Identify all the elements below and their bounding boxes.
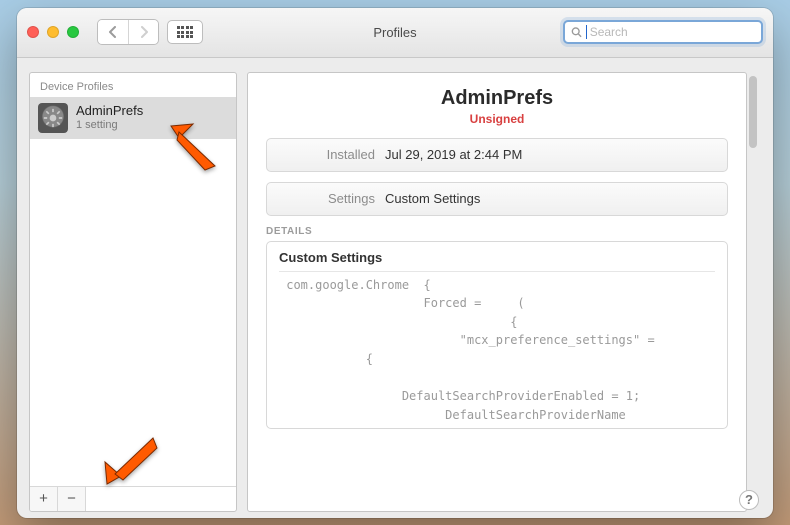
main-scrollbar[interactable] <box>747 74 759 510</box>
add-profile-button[interactable]: + <box>30 487 58 511</box>
titlebar: Profiles <box>17 8 773 58</box>
main-panel: AdminPrefs Unsigned Installed Jul 29, 20… <box>247 72 761 512</box>
details-section-label: DETAILS <box>266 226 728 237</box>
chevron-left-icon <box>108 26 118 38</box>
installed-value: Jul 29, 2019 at 2:44 PM <box>385 147 522 162</box>
profile-item-adminprefs[interactable]: AdminPrefs 1 setting <box>30 97 236 139</box>
sidebar-spacer <box>30 139 236 486</box>
sidebar-footer: + − <box>30 486 236 511</box>
forward-button[interactable] <box>128 20 158 44</box>
gear-icon <box>38 103 68 133</box>
profile-item-subtitle: 1 setting <box>76 119 143 131</box>
sidebar-section-header: Device Profiles <box>30 73 236 97</box>
search-icon <box>571 26 582 38</box>
text-caret <box>586 25 587 39</box>
settings-label: Settings <box>267 191 385 206</box>
zoom-window-button[interactable] <box>67 26 79 38</box>
installed-label: Installed <box>267 147 385 162</box>
window-body: Device Profiles AdminPrefs 1 setting + − <box>17 58 773 518</box>
window-controls <box>27 26 79 38</box>
details-box: Custom Settings com.google.Chrome { Forc… <box>266 241 728 430</box>
profiles-window: Profiles Device Profiles AdminPrefs 1 se… <box>17 8 773 518</box>
chevron-right-icon <box>139 26 149 38</box>
grid-icon <box>177 26 194 38</box>
details-title: Custom Settings <box>279 250 715 272</box>
settings-value: Custom Settings <box>385 191 480 206</box>
search-field[interactable] <box>563 20 763 44</box>
profile-detail: AdminPrefs Unsigned Installed Jul 29, 20… <box>247 72 747 512</box>
back-button[interactable] <box>98 20 128 44</box>
remove-profile-button[interactable]: − <box>58 487 86 511</box>
search-input[interactable] <box>590 25 755 39</box>
profile-status: Unsigned <box>266 112 728 126</box>
installed-row: Installed Jul 29, 2019 at 2:44 PM <box>266 138 728 172</box>
profile-item-name: AdminPrefs <box>76 104 143 118</box>
scrollbar-thumb[interactable] <box>749 76 757 148</box>
settings-row: Settings Custom Settings <box>266 182 728 216</box>
close-window-button[interactable] <box>27 26 39 38</box>
minimize-window-button[interactable] <box>47 26 59 38</box>
profile-item-texts: AdminPrefs 1 setting <box>76 104 143 130</box>
sidebar: Device Profiles AdminPrefs 1 setting + − <box>29 72 237 512</box>
details-code: com.google.Chrome { Forced = ( { "mcx_pr… <box>279 276 715 425</box>
profiles-list: Device Profiles AdminPrefs 1 setting + − <box>29 72 237 512</box>
profile-title: AdminPrefs <box>266 87 728 110</box>
nav-back-forward <box>97 19 159 45</box>
show-all-button[interactable] <box>167 20 203 44</box>
help-button[interactable]: ? <box>739 490 759 510</box>
